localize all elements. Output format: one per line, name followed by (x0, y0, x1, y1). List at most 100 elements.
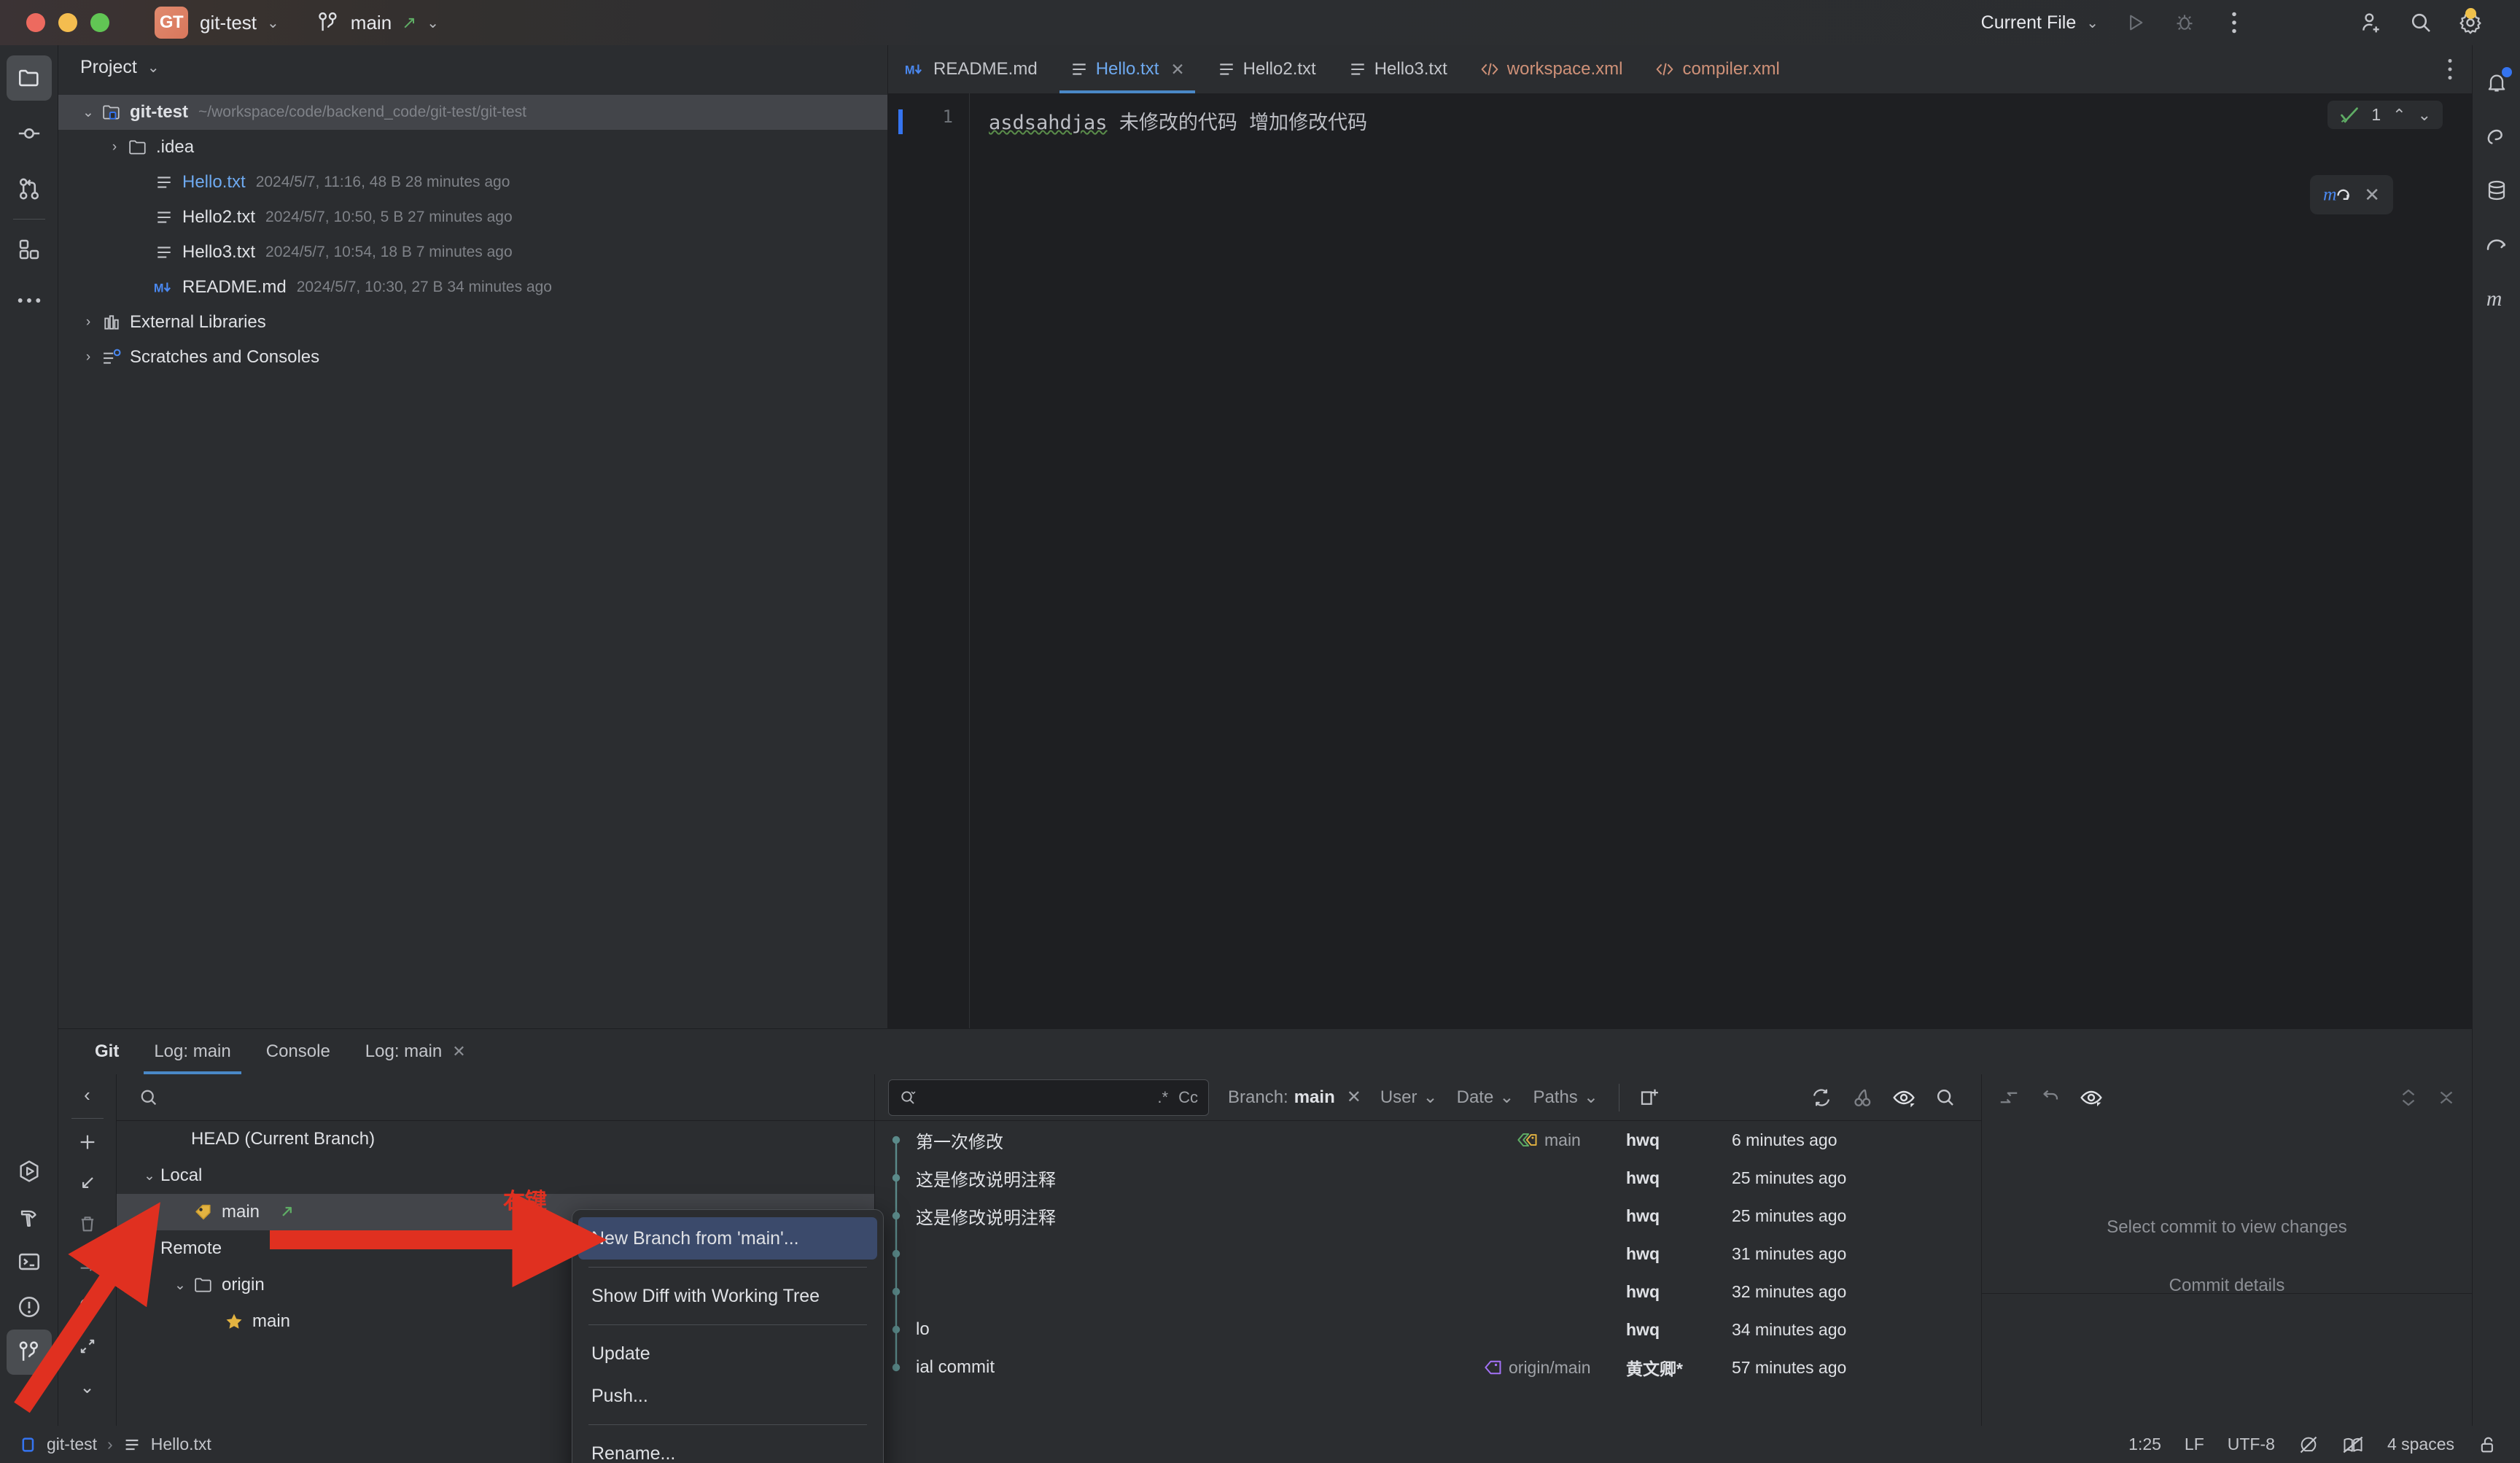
show-diff-button[interactable] (2080, 1087, 2103, 1109)
tab-workspace-xml[interactable]: workspace.xml (1463, 45, 1639, 93)
close-icon[interactable]: ✕ (452, 1042, 465, 1061)
refresh-button[interactable] (1811, 1087, 1832, 1109)
minimize-window-button[interactable] (58, 13, 77, 32)
subrail-more-button[interactable]: ⌄ (65, 1367, 110, 1408)
sidebar-item-commit[interactable] (7, 111, 52, 156)
tree-row-external-libraries[interactable]: › External Libraries (58, 305, 887, 340)
prev-problem-icon[interactable]: ⌃ (2392, 106, 2406, 125)
open-new-tab-button[interactable] (1638, 1087, 1660, 1109)
bottom-rail-expand[interactable]: › (7, 1375, 52, 1420)
project-panel-header[interactable]: Project ⌄ (58, 45, 887, 89)
line-separator[interactable]: LF (2185, 1435, 2204, 1454)
run-configuration-selector[interactable]: Current File ⌄ (1958, 0, 2110, 45)
maximize-window-button[interactable] (90, 13, 109, 32)
delete-branch-button[interactable] (65, 1203, 110, 1244)
commit-row[interactable]: 这是修改说明注释 hwq 25 minutes ago (875, 1197, 1981, 1235)
file-encoding[interactable]: UTF-8 (2228, 1435, 2275, 1454)
close-icon[interactable]: ✕ (1170, 60, 1184, 79)
bottom-rail-build[interactable] (7, 1194, 52, 1239)
tree-row-hello3-txt[interactable]: Hello3.txt 2024/5/7, 10:54, 18 B 7 minute… (58, 235, 887, 270)
editor-tabs-more-button[interactable] (2428, 45, 2472, 93)
more-actions-button[interactable] (2209, 0, 2259, 45)
tree-row-hello2-txt[interactable]: Hello2.txt 2024/5/7, 10:50, 5 B 27 minute… (58, 200, 887, 235)
revert-button[interactable] (2039, 1087, 2061, 1109)
commit-row[interactable]: lo hwq 34 minutes ago (875, 1311, 1981, 1348)
caret-position[interactable]: 1:25 (2128, 1435, 2161, 1454)
inspection-widget[interactable]: 1 ⌃ ⌄ (2328, 101, 2443, 129)
user-filter[interactable]: User ⌄ (1380, 1087, 1438, 1108)
maven-button[interactable]: m (2473, 271, 2520, 325)
search-log-button[interactable] (1934, 1087, 1956, 1109)
branch-selector[interactable]: main ↗ ⌄ (317, 11, 439, 34)
branch-filter[interactable]: Branch: main ✕ (1228, 1087, 1361, 1108)
bottom-rail-run[interactable] (7, 1149, 52, 1194)
close-window-button[interactable] (26, 13, 45, 32)
close-icon[interactable]: ✕ (1347, 1087, 1361, 1108)
tree-row-hello-txt[interactable]: Hello.txt 2024/5/7, 11:16, 48 B 28 minute… (58, 165, 887, 200)
notifications-button[interactable] (2473, 55, 2520, 109)
bottom-rail-terminal[interactable] (7, 1239, 52, 1284)
window-controls[interactable] (26, 13, 109, 32)
menu-item-new-branch-from-main[interactable]: New Branch from 'main'... (578, 1217, 877, 1260)
chevron-down-icon[interactable]: ⌄ (139, 1241, 160, 1257)
menu-item-show-diff-with-working-tree[interactable]: Show Diff with Working Tree (572, 1275, 883, 1317)
add-branch-button[interactable] (65, 1122, 110, 1163)
git-tab-log-main-3[interactable]: Log: main ✕ (348, 1029, 483, 1074)
collapse-left-button[interactable]: ‹ (65, 1074, 110, 1115)
cherry-pick-button[interactable] (1851, 1087, 1873, 1109)
lock-icon[interactable] (2478, 1435, 2498, 1455)
tab-compiler-xml[interactable]: compiler.xml (1638, 45, 1795, 93)
commit-row[interactable]: ial commit origin/main 黄文卿* 57 minutes ago (875, 1348, 1981, 1386)
tab-readme-md[interactable]: M README.md (888, 45, 1054, 93)
paths-filter[interactable]: Paths ⌄ (1533, 1087, 1598, 1108)
chevron-down-icon[interactable]: ⌄ (139, 1168, 160, 1184)
commit-row[interactable]: hwq 32 minutes ago (875, 1273, 1981, 1311)
log-search-field[interactable]: .* Cc (888, 1079, 1209, 1116)
tab-hello2-txt[interactable]: Hello2.txt (1201, 45, 1332, 93)
git-tab-log-main-1[interactable]: Log: main (136, 1029, 248, 1074)
sidebar-item-project[interactable] (6, 55, 52, 101)
git-tab-git-0[interactable]: Git (77, 1029, 136, 1074)
tab-hello3-txt[interactable]: Hello3.txt (1332, 45, 1463, 93)
tab-hello-txt[interactable]: Hello.txt ✕ (1054, 45, 1201, 93)
match-case-toggle[interactable]: Cc (1178, 1088, 1198, 1107)
date-filter[interactable]: Date ⌄ (1457, 1087, 1514, 1108)
chevron-right-icon[interactable]: › (104, 139, 125, 155)
project-selector[interactable]: git-test ⌄ (188, 12, 279, 34)
run-button[interactable] (2110, 0, 2160, 45)
indent-setting[interactable]: 4 spaces (2387, 1435, 2454, 1454)
inspections-off-icon[interactable] (2298, 1435, 2319, 1455)
tree-row-root[interactable]: ⌄ git-test ~/workspace/code/backend_code… (58, 95, 887, 130)
maven-reload-notification[interactable]: m ✕ (2310, 175, 2393, 214)
commit-row[interactable]: 第一次修改 main hwq 6 minutes ago (875, 1121, 1981, 1159)
search-branches-button[interactable] (65, 1285, 110, 1326)
gradle-button[interactable] (2473, 217, 2520, 271)
sidebar-item-pull-requests[interactable] (7, 166, 52, 212)
sidebar-more-button[interactable] (7, 278, 52, 323)
close-details-button[interactable] (2437, 1087, 2456, 1109)
compare-branches-button[interactable] (65, 1244, 110, 1285)
branch-row-local[interactable]: ⌄ Local (117, 1157, 874, 1194)
reader-mode-icon[interactable] (2342, 1435, 2364, 1455)
show-details-button[interactable] (1892, 1087, 1916, 1109)
tree-row-scratches-and-consoles[interactable]: › Scratches and Consoles (58, 340, 887, 375)
chevron-down-icon[interactable]: ⌄ (169, 1277, 191, 1294)
git-tab-console-2[interactable]: Console (249, 1029, 348, 1074)
sidebar-item-structure[interactable] (7, 227, 52, 272)
menu-item-update[interactable]: Update (572, 1332, 883, 1375)
tree-row-readme-md[interactable]: M README.md 2024/5/7, 10:30, 27 B 34 minut… (58, 270, 887, 305)
regex-toggle[interactable]: .* (1157, 1088, 1168, 1107)
branch-search-field[interactable] (117, 1074, 874, 1121)
expand-collapse-button[interactable] (2399, 1087, 2418, 1109)
next-problem-icon[interactable]: ⌄ (2418, 106, 2431, 125)
chevron-right-icon[interactable]: › (77, 349, 99, 365)
expand-all-button[interactable] (65, 1326, 110, 1367)
branch-row-head-current-branch-[interactable]: HEAD (Current Branch) (117, 1121, 874, 1157)
close-icon[interactable]: ✕ (2364, 184, 2380, 206)
breadcrumb-project[interactable]: git-test (47, 1435, 97, 1454)
fetch-button[interactable] (65, 1163, 110, 1203)
menu-item-push[interactable]: Push... (572, 1375, 883, 1417)
chevron-down-icon[interactable]: ⌄ (77, 104, 99, 121)
breadcrumb-file[interactable]: Hello.txt (151, 1435, 211, 1454)
commit-row[interactable]: 这是修改说明注释 hwq 25 minutes ago (875, 1159, 1981, 1197)
